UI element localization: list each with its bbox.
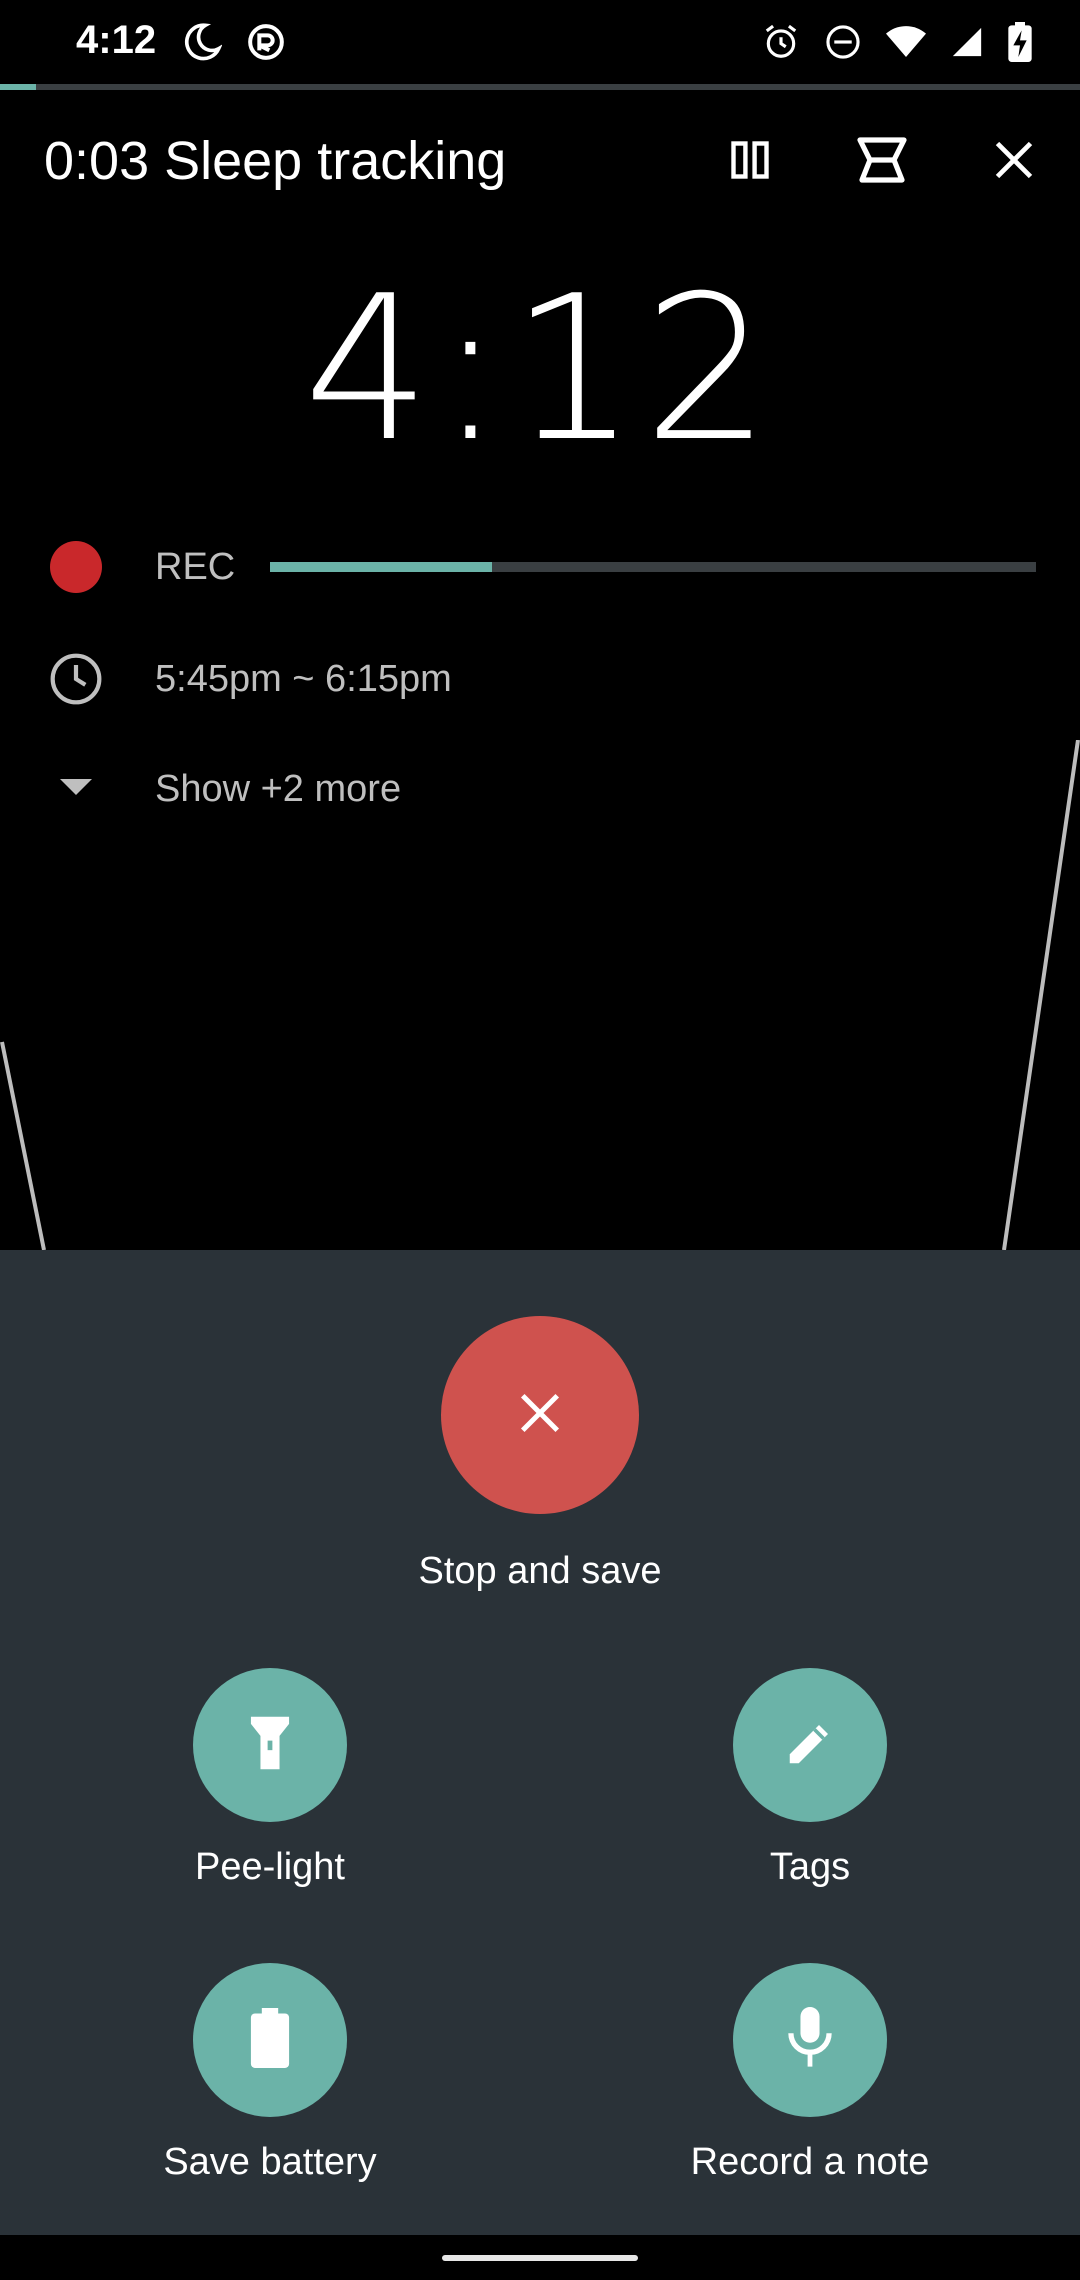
stop-and-save-button[interactable] <box>441 1316 639 1514</box>
rec-dot-icon <box>50 541 102 593</box>
save-battery-label: Save battery <box>163 2141 377 2183</box>
do-not-disturb-icon <box>824 23 862 61</box>
pee-light-label: Pee-light <box>195 1846 345 1888</box>
status-time: 4:12 <box>76 18 157 62</box>
rec-label: REC <box>155 545 236 588</box>
clock-icon <box>48 651 104 707</box>
big-clock: 4:12 <box>303 253 777 486</box>
tags-action: Tags <box>610 1668 1010 1928</box>
app-bar: 0:03 Sleep tracking <box>0 108 1080 216</box>
app-notification-icon <box>246 22 286 62</box>
decorative-lines <box>0 740 1080 1250</box>
pee-light-button[interactable] <box>193 1668 347 1822</box>
stop-and-save-label: Stop and save <box>418 1550 662 1592</box>
tags-label: Tags <box>769 1846 851 1888</box>
pencil-icon <box>783 1716 837 1775</box>
rec-row: REC <box>0 522 1080 612</box>
moon-icon <box>182 22 222 62</box>
tags-button[interactable] <box>733 1668 887 1822</box>
battery-charging-icon <box>1008 22 1032 62</box>
screen: 4:12 0:03 Sleep tracking 4:12 REC 5:45pm… <box>0 0 1080 2280</box>
home-handle[interactable] <box>442 2255 638 2261</box>
battery-icon <box>250 2007 290 2073</box>
recording-progress-fill <box>270 562 493 572</box>
record-note-label: Record a note <box>690 2141 930 2183</box>
pee-light-action: Pee-light <box>70 1668 470 1928</box>
status-right-icons <box>762 22 1032 62</box>
tracking-progress-bar <box>0 84 1080 90</box>
status-left-icons <box>182 22 286 62</box>
pause-button[interactable] <box>714 126 786 198</box>
flashlight-icon <box>245 1712 295 1779</box>
save-battery-action: Save battery <box>70 1963 470 2223</box>
record-note-action: Record a note <box>610 1963 1010 2223</box>
page-title: 0:03 Sleep tracking <box>44 131 507 191</box>
save-battery-button[interactable] <box>193 1963 347 2117</box>
recording-progress-bar <box>270 562 1036 572</box>
navigation-bar <box>0 2235 1080 2280</box>
alarm-window-text: 5:45pm ~ 6:15pm <box>155 657 452 700</box>
close-button[interactable] <box>978 126 1050 198</box>
wifi-icon <box>886 24 926 60</box>
close-icon <box>992 138 1036 187</box>
lullaby-icon <box>854 132 910 193</box>
record-note-button[interactable] <box>733 1963 887 2117</box>
actions-sheet: Stop and save Pee-light Tags Save batter… <box>0 1250 1080 2235</box>
status-bar: 4:12 <box>0 0 1080 84</box>
tracking-progress-fill <box>0 84 36 90</box>
pause-icon <box>728 138 772 187</box>
rec-indicator <box>48 539 104 595</box>
close-icon <box>517 1390 563 1441</box>
alarm-icon <box>762 23 800 61</box>
microphone-icon <box>787 2006 833 2074</box>
alarm-window-row[interactable]: 5:45pm ~ 6:15pm <box>0 634 1080 724</box>
lullaby-button[interactable] <box>846 126 918 198</box>
signal-icon <box>950 25 984 59</box>
